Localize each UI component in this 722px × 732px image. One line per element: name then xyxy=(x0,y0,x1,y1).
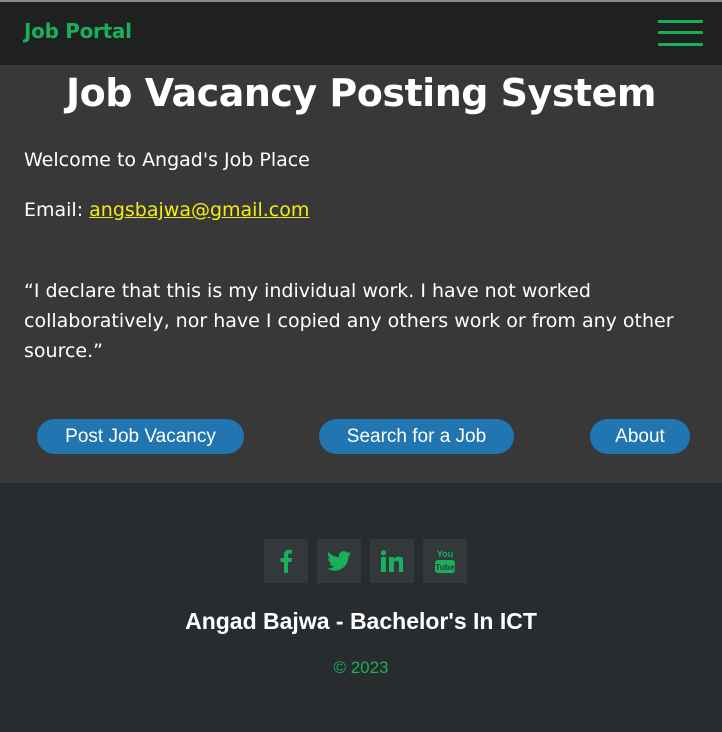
svg-text:You: You xyxy=(437,549,453,559)
footer: You Tube Angad Bajwa - Bachelor's In ICT… xyxy=(0,483,722,732)
email-label: Email: xyxy=(24,199,90,221)
facebook-icon[interactable] xyxy=(264,539,308,583)
hamburger-bar xyxy=(658,43,703,46)
search-job-button[interactable]: Search for a Job xyxy=(319,419,514,454)
brand-logo-link[interactable]: Job Portal xyxy=(24,19,132,43)
email-line: Email: angsbajwa@gmail.com xyxy=(24,199,309,221)
declaration-text: “I declare that this is my individual wo… xyxy=(24,280,674,362)
post-job-vacancy-button[interactable]: Post Job Vacancy xyxy=(37,419,244,454)
linkedin-icon[interactable] xyxy=(370,539,414,583)
twitter-icon[interactable] xyxy=(317,539,361,583)
page-title: Job Vacancy Posting System xyxy=(66,71,656,115)
about-button[interactable]: About xyxy=(590,419,690,454)
hamburger-bar xyxy=(658,31,703,34)
email-link[interactable]: angsbajwa@gmail.com xyxy=(89,199,309,221)
welcome-text: Welcome to Angad's Job Place xyxy=(24,149,310,171)
copyright-text: © 2023 xyxy=(333,658,389,677)
svg-text:Tube: Tube xyxy=(435,562,455,572)
hamburger-bar xyxy=(658,20,703,23)
navbar: Job Portal xyxy=(0,2,722,65)
youtube-icon[interactable]: You Tube xyxy=(423,539,467,583)
footer-name: Angad Bajwa - Bachelor's In ICT xyxy=(185,608,537,634)
main-content: Job Vacancy Posting System Welcome to An… xyxy=(0,65,722,483)
hamburger-menu-icon[interactable] xyxy=(658,19,703,47)
